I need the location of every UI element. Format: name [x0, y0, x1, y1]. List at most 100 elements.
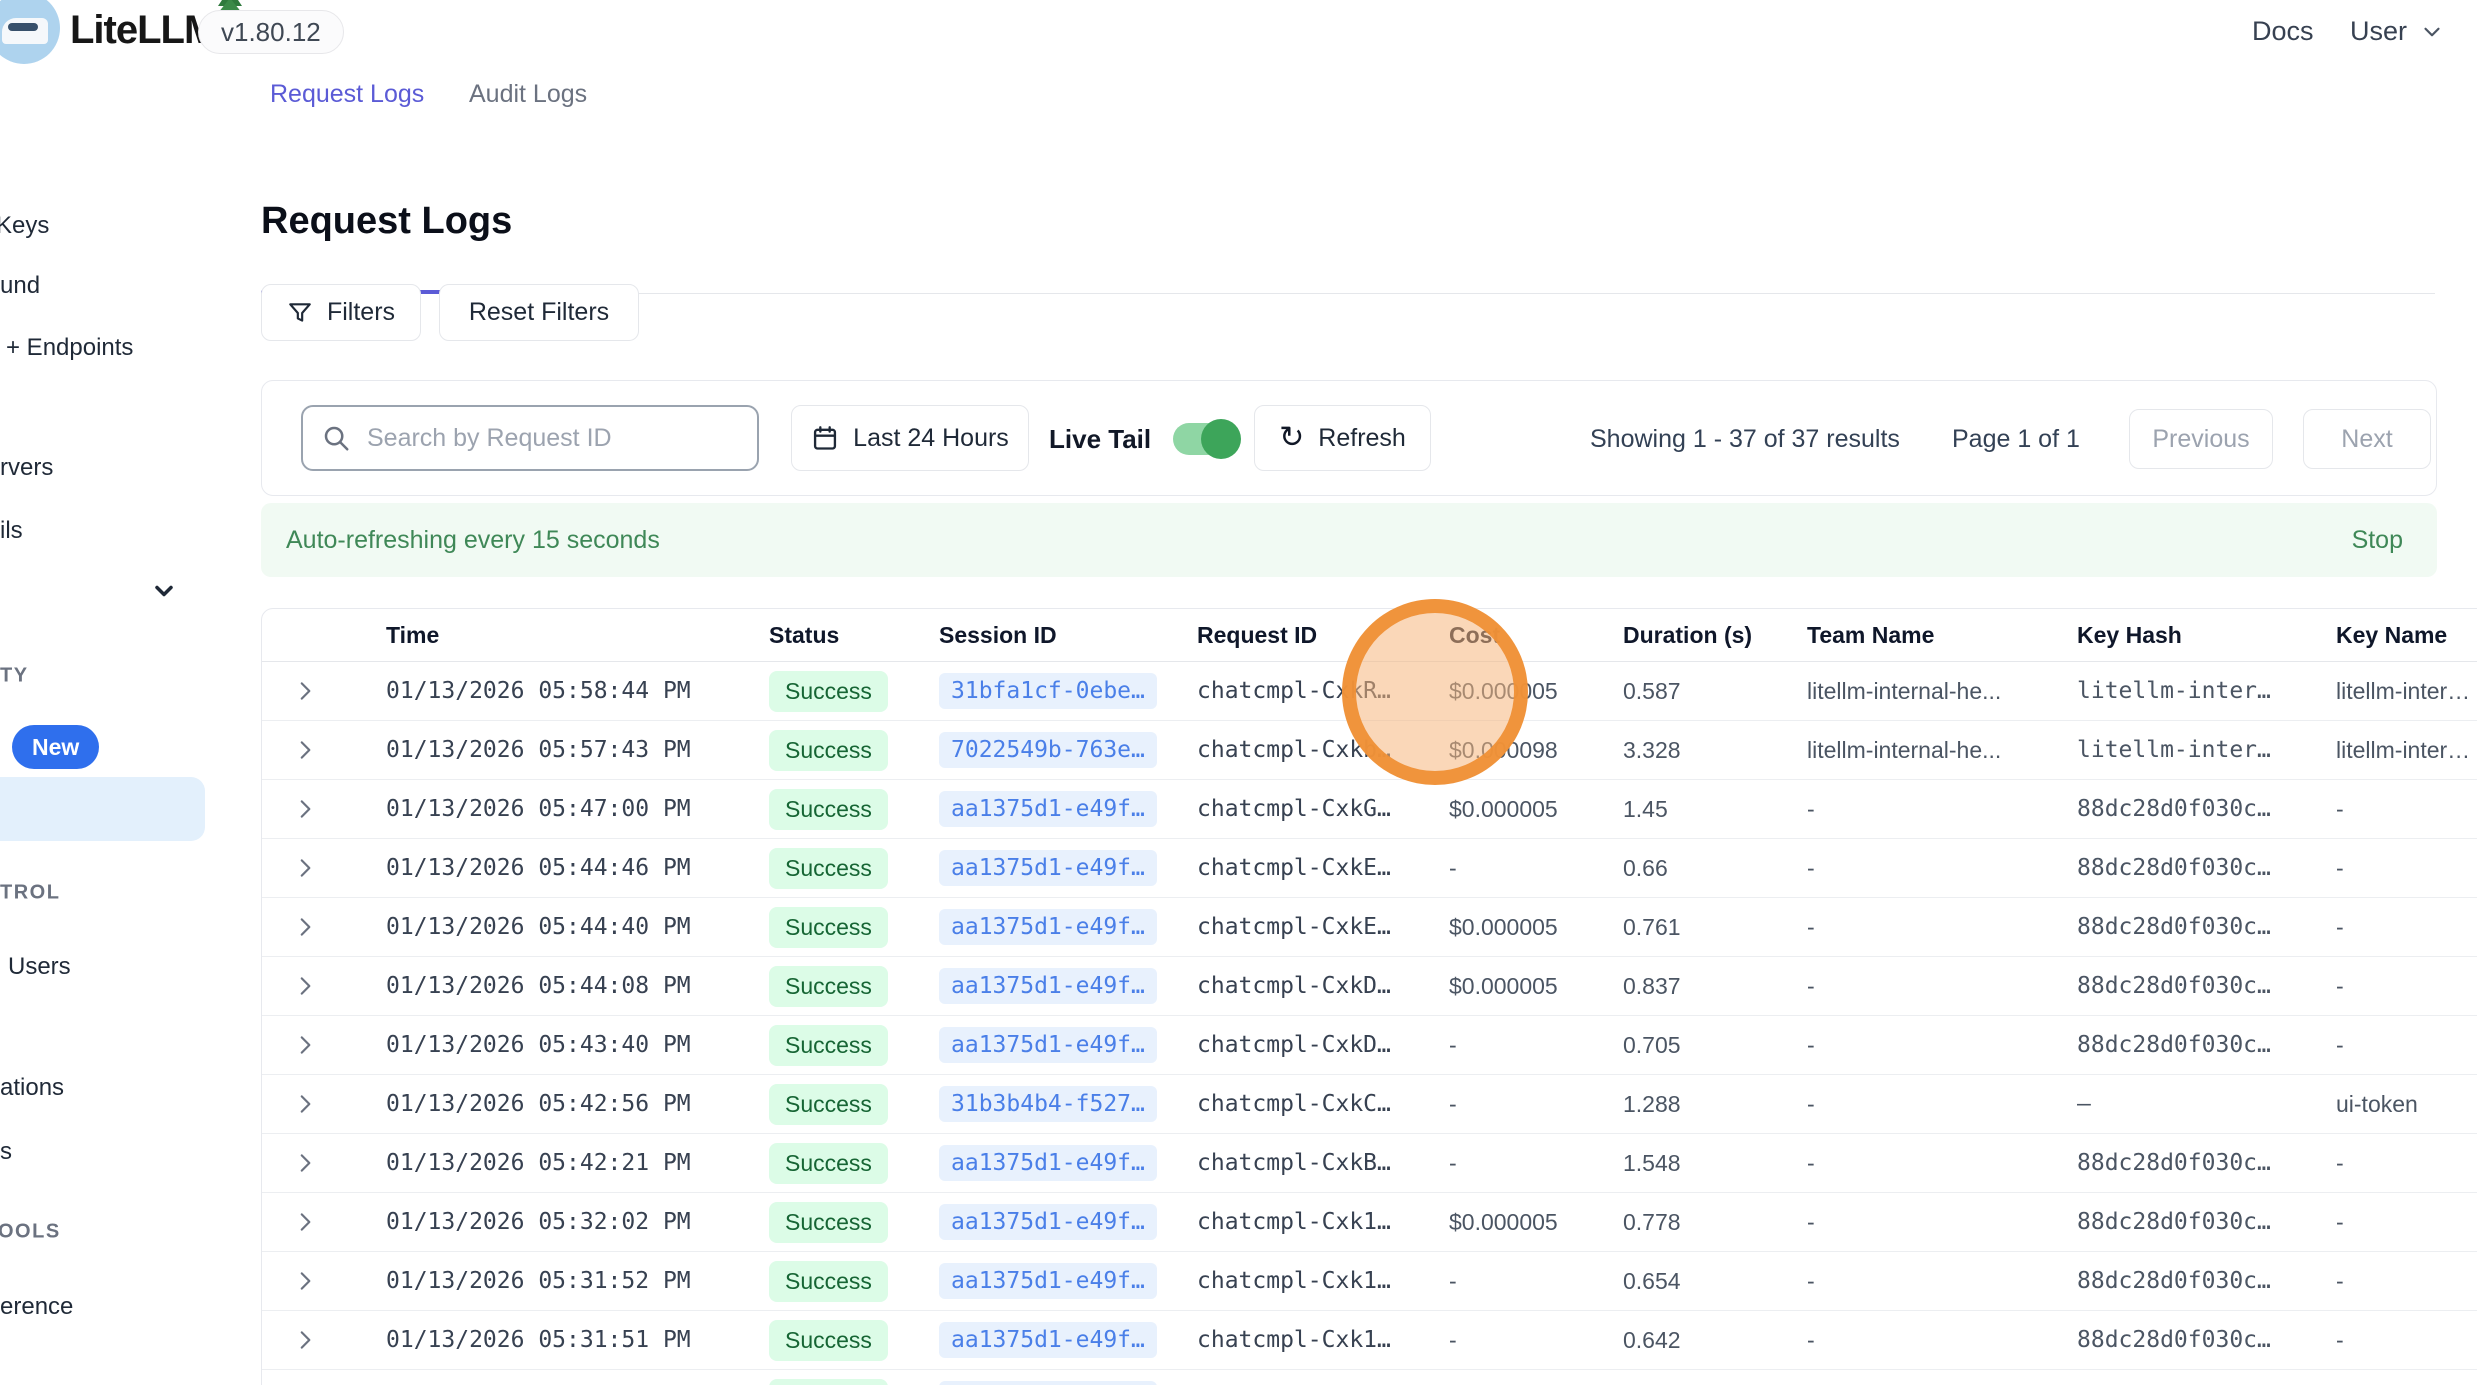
expand-row-button[interactable]: [262, 1268, 386, 1294]
session-id-link[interactable]: aa1375d1-e49f…: [939, 1027, 1157, 1063]
expand-row-button[interactable]: [262, 1327, 386, 1353]
table-row[interactable]: 01/13/2026 05:44:46 PM Success aa1375d1-…: [262, 839, 2477, 898]
expand-row-button[interactable]: [262, 796, 386, 822]
request-id-search[interactable]: [301, 405, 759, 471]
reset-filters-button[interactable]: Reset Filters: [439, 284, 639, 341]
cell-session-id: aa1375d1-e49f…: [939, 1027, 1197, 1063]
cell-key-hash: 88dc28d0f030c…: [2077, 796, 2336, 822]
column-header-key-name[interactable]: Key Name: [2336, 622, 2477, 649]
session-id-link[interactable]: 31bfa1cf-0ebe…: [939, 673, 1157, 709]
sidebar-item-playground[interactable]: und: [0, 272, 40, 300]
sidebar-item-api-reference[interactable]: erence: [0, 1293, 73, 1321]
sidebar-item-teams[interactable]: s: [0, 1138, 12, 1166]
refresh-icon: ↻: [1279, 423, 1304, 453]
sidebar-item-users[interactable]: Users: [8, 953, 71, 981]
column-header-duration[interactable]: Duration (s): [1623, 622, 1807, 649]
sidebar-nav: Keys und + Endpoints rvers ils TY New TR…: [0, 63, 210, 1385]
expand-row-button[interactable]: [262, 855, 386, 881]
expand-row-button[interactable]: [262, 1150, 386, 1176]
sidebar-item-keys[interactable]: Keys: [0, 212, 49, 240]
cell-status: Success: [769, 1261, 939, 1302]
table-row[interactable]: 01/13/2026 05:58:44 PM Success 31bfa1cf-…: [262, 662, 2477, 721]
tab-request-logs[interactable]: Request Logs: [270, 80, 424, 109]
table-header-row: Time Status Session ID Request ID Cost D…: [262, 609, 2477, 662]
expand-row-button[interactable]: [262, 973, 386, 999]
table-row[interactable]: 01/13/2026 05:32:02 PM Success aa1375d1-…: [262, 1193, 2477, 1252]
cell-key-hash: litellm-inter…: [2077, 678, 2336, 704]
cell-key-name: -: [2336, 973, 2477, 1000]
table-row[interactable]: 01/13/2026 05:31:52 PM Success aa1375d1-…: [262, 1252, 2477, 1311]
chevron-right-icon: [292, 1032, 318, 1058]
sidebar-item-organizations[interactable]: ations: [0, 1074, 64, 1102]
table-row[interactable]: 01/13/2026 05:44:08 PM Success aa1375d1-…: [262, 957, 2477, 1016]
expand-row-button[interactable]: [262, 737, 386, 763]
session-id-link[interactable]: aa1375d1-e49f…: [939, 1263, 1157, 1299]
session-id-link[interactable]: aa1375d1-e49f…: [939, 1204, 1157, 1240]
time-range-button[interactable]: Last 24 Hours: [791, 405, 1029, 471]
chevron-down-icon: [2419, 19, 2445, 45]
session-id-link[interactable]: aa1375d1-e49f…: [939, 791, 1157, 827]
column-header-cost[interactable]: Cost: [1449, 622, 1623, 649]
user-menu[interactable]: User: [2350, 0, 2445, 63]
session-id-link[interactable]: aa1375d1-e49f…: [939, 968, 1157, 1004]
session-id-link[interactable]: aa1375d1-e49f…: [939, 1381, 1157, 1385]
cell-request-id: chatcmpl-CxkR…: [1197, 678, 1449, 704]
cell-session-id: aa1375d1-e49f…: [939, 791, 1197, 827]
sidebar-collapse-chevron-icon[interactable]: [150, 577, 178, 605]
refresh-button-label: Refresh: [1318, 424, 1406, 453]
cell-cost: $0.000005: [1449, 678, 1623, 705]
cell-key-name: -: [2336, 1150, 2477, 1177]
cell-request-id: chatcmpl-CxkD…: [1197, 973, 1449, 999]
expand-row-button[interactable]: [262, 1091, 386, 1117]
search-input[interactable]: [365, 423, 729, 454]
status-badge: Success: [769, 1202, 888, 1243]
session-id-link[interactable]: aa1375d1-e49f…: [939, 1145, 1157, 1181]
logs-controls-card: Last 24 Hours Live Tail ↻ Refresh Showin…: [261, 380, 2437, 496]
table-row[interactable]: 01/13/2026 05:42:21 PM Success aa1375d1-…: [262, 1134, 2477, 1193]
next-page-button[interactable]: Next: [2303, 409, 2431, 469]
cell-cost: $0.000005: [1449, 914, 1623, 941]
sidebar-item-endpoints[interactable]: + Endpoints: [6, 334, 133, 362]
top-navbar: LiteLLM v1.80.12 Docs User: [0, 0, 2477, 63]
table-row[interactable]: 01/13/2026 05:31:38 PM Success aa1375d1-…: [262, 1370, 2477, 1385]
tab-audit-logs[interactable]: Audit Logs: [469, 80, 587, 109]
live-tail-toggle[interactable]: [1173, 423, 1233, 455]
filters-button[interactable]: Filters: [261, 284, 421, 341]
expand-row-button[interactable]: [262, 914, 386, 940]
refresh-button[interactable]: ↻ Refresh: [1254, 405, 1431, 471]
column-header-status[interactable]: Status: [769, 622, 939, 649]
cell-duration: 0.642: [1623, 1327, 1807, 1354]
expand-row-button[interactable]: [262, 678, 386, 704]
session-id-link[interactable]: aa1375d1-e49f…: [939, 909, 1157, 945]
sidebar-item-servers[interactable]: rvers: [0, 454, 53, 482]
column-header-session-id[interactable]: Session ID: [939, 622, 1197, 649]
column-header-request-id[interactable]: Request ID: [1197, 622, 1449, 649]
cell-status: Success: [769, 1320, 939, 1361]
sidebar-selected-item-logs[interactable]: [0, 777, 205, 841]
column-header-team-name[interactable]: Team Name: [1807, 622, 2077, 649]
stop-auto-refresh-link[interactable]: Stop: [2352, 526, 2403, 555]
cell-key-name: -: [2336, 914, 2477, 941]
table-row[interactable]: 01/13/2026 05:43:40 PM Success aa1375d1-…: [262, 1016, 2477, 1075]
sidebar-item-guardrails[interactable]: ils: [0, 517, 23, 545]
cell-request-id: chatcmpl-Cxk1…: [1197, 1268, 1449, 1294]
session-id-link[interactable]: 7022549b-763e…: [939, 732, 1157, 768]
session-id-link[interactable]: 31b3b4b4-f527…: [939, 1086, 1157, 1122]
expand-row-button[interactable]: [262, 1209, 386, 1235]
table-row[interactable]: 01/13/2026 05:44:40 PM Success aa1375d1-…: [262, 898, 2477, 957]
table-row[interactable]: 01/13/2026 05:57:43 PM Success 7022549b-…: [262, 721, 2477, 780]
cell-key-name: litellm-inter…: [2336, 737, 2477, 764]
cell-time: 01/13/2026 05:32:02 PM: [386, 1209, 769, 1235]
docs-link[interactable]: Docs: [2252, 0, 2314, 63]
session-id-link[interactable]: aa1375d1-e49f…: [939, 1322, 1157, 1358]
table-row[interactable]: 01/13/2026 05:42:56 PM Success 31b3b4b4-…: [262, 1075, 2477, 1134]
column-header-key-hash[interactable]: Key Hash: [2077, 622, 2336, 649]
status-badge: Success: [769, 1261, 888, 1302]
session-id-link[interactable]: aa1375d1-e49f…: [939, 850, 1157, 886]
table-row[interactable]: 01/13/2026 05:47:00 PM Success aa1375d1-…: [262, 780, 2477, 839]
expand-row-button[interactable]: [262, 1032, 386, 1058]
chevron-right-icon: [292, 1268, 318, 1294]
table-row[interactable]: 01/13/2026 05:31:51 PM Success aa1375d1-…: [262, 1311, 2477, 1370]
previous-page-button[interactable]: Previous: [2129, 409, 2273, 469]
column-header-time[interactable]: Time: [386, 622, 769, 649]
